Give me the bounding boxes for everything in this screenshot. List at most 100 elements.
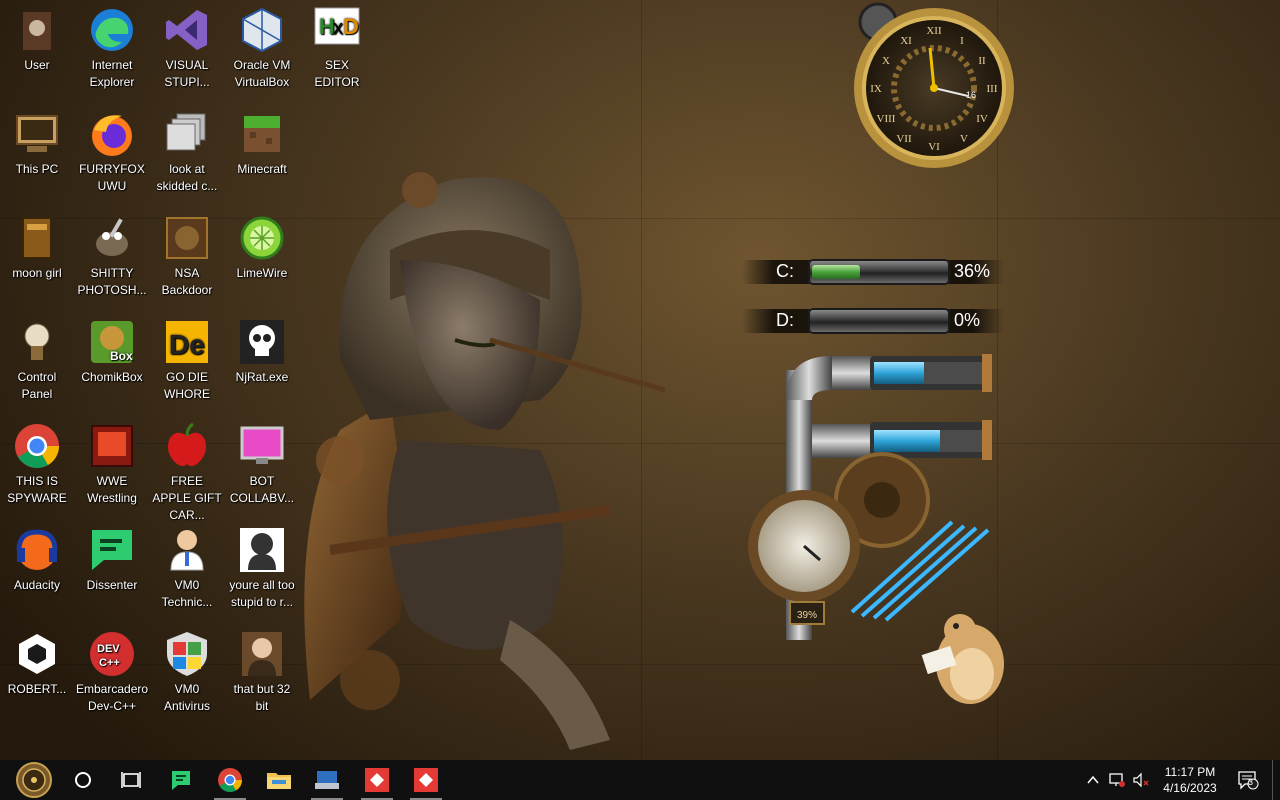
steampunk-app-icon bbox=[163, 214, 211, 262]
desktop-icon-portrait[interactable]: youre all too stupid to r... bbox=[225, 520, 299, 611]
svg-text:XII: XII bbox=[926, 25, 942, 37]
steampunk-clock-widget[interactable]: XIIVI IX III III IVV VIIVIII XXI 16 bbox=[848, 2, 1020, 174]
taskbar-chrome[interactable] bbox=[206, 760, 254, 800]
desktop-icon-painting[interactable]: that but 32 bit bbox=[225, 624, 299, 715]
start-button[interactable] bbox=[10, 760, 58, 800]
chevron-up-icon bbox=[1087, 775, 1099, 784]
desktop-icon-label: Minecraft bbox=[237, 162, 287, 176]
show-desktop-button[interactable] bbox=[1272, 760, 1280, 800]
monitor-icon bbox=[238, 422, 286, 470]
clock-time: 11:17 PM bbox=[1164, 765, 1216, 779]
desktop-icon-apple[interactable]: FREE APPLE GIFT CAR... bbox=[150, 416, 224, 524]
desktop-icon-label: ROBERT... bbox=[7, 682, 67, 696]
desktop-icon-user-folder[interactable]: User bbox=[0, 0, 74, 74]
network-disconnected-icon bbox=[1109, 773, 1125, 787]
desktop-icon-label: VM0 Antivirus bbox=[163, 682, 210, 713]
desktop-icon-monitor[interactable]: BOT COLLABV... bbox=[225, 416, 299, 507]
desktop-icon-label: Embarcadero Dev-C++ bbox=[76, 682, 149, 713]
svg-text:VI: VI bbox=[928, 141, 940, 153]
network-tray-button[interactable] bbox=[1106, 760, 1128, 800]
desktop-icon-chrome[interactable]: THIS IS SPYWARE bbox=[0, 416, 74, 507]
cortana-circle-icon bbox=[75, 772, 91, 788]
taskbar-file-explorer[interactable] bbox=[255, 760, 303, 800]
desktop-icon-wwe-game[interactable]: WWE Wrestling bbox=[75, 416, 149, 507]
desktop-icon-folder-stack[interactable]: look at skidded c... bbox=[150, 104, 224, 195]
desktop-icon-edge[interactable]: Internet Explorer bbox=[75, 0, 149, 91]
control-panel-icon bbox=[13, 318, 61, 366]
desktop-icon-label: BOT COLLABV... bbox=[229, 474, 295, 505]
this-pc-icon bbox=[13, 110, 61, 158]
svg-text:V: V bbox=[960, 133, 968, 145]
dissenter-icon bbox=[172, 771, 190, 790]
keyboard-app-icon bbox=[315, 771, 339, 789]
taskbar-clock[interactable]: 11:17 PM 4/16/2023 bbox=[1148, 764, 1232, 796]
anydesk-icon bbox=[414, 768, 438, 792]
disk-meter-d: D: 0% bbox=[742, 303, 1004, 339]
dissenter-icon bbox=[88, 526, 136, 574]
desktop-icon-chomikbox[interactable]: Box ChomikBox bbox=[75, 312, 149, 386]
minecraft-icon bbox=[238, 110, 286, 158]
desktop-icon-hxd-editor[interactable]: Hx D SEX EDITOR bbox=[300, 0, 374, 91]
desktop-icon-doctor[interactable]: VM0 Technic... bbox=[150, 520, 224, 611]
desktop-icon-label: look at skidded c... bbox=[156, 162, 218, 193]
desktop-icon-dissenter[interactable]: Dissenter bbox=[75, 520, 149, 594]
skull-icon bbox=[238, 318, 286, 366]
desktop-icon-label: THIS IS SPYWARE bbox=[7, 474, 67, 505]
desktop-icon-windows-shield[interactable]: VM0 Antivirus bbox=[150, 624, 224, 715]
desktop-icon-book[interactable]: moon girl bbox=[0, 208, 74, 282]
disk-usage-percent: 0% bbox=[954, 310, 981, 330]
desktop-icon-audacity[interactable]: Audacity bbox=[0, 520, 74, 594]
task-view-button[interactable] bbox=[107, 760, 155, 800]
clock-date: 4/16/2023 bbox=[1163, 781, 1217, 795]
svg-text:DEV: DEV bbox=[97, 643, 120, 655]
svg-text:IX: IX bbox=[870, 83, 882, 95]
desktop-icon-control-panel[interactable]: Control Panel bbox=[0, 312, 74, 403]
desktop-icon-de-app[interactable]: De GO DIE WHORE bbox=[150, 312, 224, 403]
desktop-icon-skull[interactable]: NjRat.exe bbox=[225, 312, 299, 386]
desktop-icon-devcpp[interactable]: DEV C++ Embarcadero Dev-C++ bbox=[75, 624, 149, 715]
desktop-icon-label: NjRat.exe bbox=[235, 370, 289, 384]
desktop-icon-label: youre all too stupid to r... bbox=[229, 578, 295, 609]
anydesk-icon bbox=[365, 768, 389, 792]
drive-letter-label: D: bbox=[776, 310, 794, 330]
desktop-icon-this-pc[interactable]: This PC bbox=[0, 104, 74, 178]
show-hidden-icons-button[interactable] bbox=[1082, 760, 1104, 800]
taskbar-virtual-keyboard-app[interactable] bbox=[303, 760, 351, 800]
disk-usage-tube bbox=[808, 308, 950, 334]
desktop-icon-limewire[interactable]: LimeWire bbox=[225, 208, 299, 282]
desktop-icon-label: that but 32 bit bbox=[233, 682, 291, 713]
desktop-icon-label: VISUAL STUPI... bbox=[164, 58, 210, 89]
desktop-icon-gimp[interactable]: SHITTY PHOTOSH... bbox=[75, 208, 149, 299]
audacity-icon bbox=[13, 526, 61, 574]
desktop-icon-label: Control Panel bbox=[17, 370, 57, 401]
svg-text:II: II bbox=[978, 55, 986, 67]
desktop-icon-visual-studio[interactable]: VISUAL STUPI... bbox=[150, 0, 224, 91]
desktop-icon-steampunk-app[interactable]: NSA Backdoor bbox=[150, 208, 224, 299]
svg-text:Box: Box bbox=[110, 349, 133, 363]
desktop-icon-virtualbox[interactable]: Oracle VM VirtualBox bbox=[225, 0, 299, 91]
desktop-icon-firefox[interactable]: FURRYFOX UWU bbox=[75, 104, 149, 195]
wwe-game-icon bbox=[88, 422, 136, 470]
action-center-button[interactable]: 3 bbox=[1234, 760, 1262, 800]
apple-icon bbox=[163, 422, 211, 470]
taskbar-dissenter[interactable] bbox=[157, 760, 205, 800]
unity-icon bbox=[13, 630, 61, 678]
desktop-icon-minecraft[interactable]: Minecraft bbox=[225, 104, 299, 178]
search-button[interactable] bbox=[59, 760, 107, 800]
portrait-icon bbox=[238, 526, 286, 574]
windows-shield-icon bbox=[163, 630, 211, 678]
desktop-icon-label: This PC bbox=[15, 162, 59, 176]
taskbar-anydesk-1[interactable] bbox=[353, 760, 401, 800]
firefox-icon bbox=[88, 110, 136, 158]
limewire-icon bbox=[238, 214, 286, 262]
taskbar-anydesk-2[interactable] bbox=[402, 760, 450, 800]
svg-text:C++: C++ bbox=[99, 657, 120, 669]
gimp-icon bbox=[88, 214, 136, 262]
svg-text:I: I bbox=[960, 35, 964, 47]
svg-text:III: III bbox=[987, 83, 998, 95]
disk-usage-percent: 36% bbox=[954, 261, 991, 281]
svg-text:x: x bbox=[333, 17, 343, 39]
svg-text:16: 16 bbox=[966, 90, 976, 100]
desktop-icon-label: LimeWire bbox=[236, 266, 288, 280]
desktop-icon-unity[interactable]: ROBERT... bbox=[0, 624, 74, 698]
